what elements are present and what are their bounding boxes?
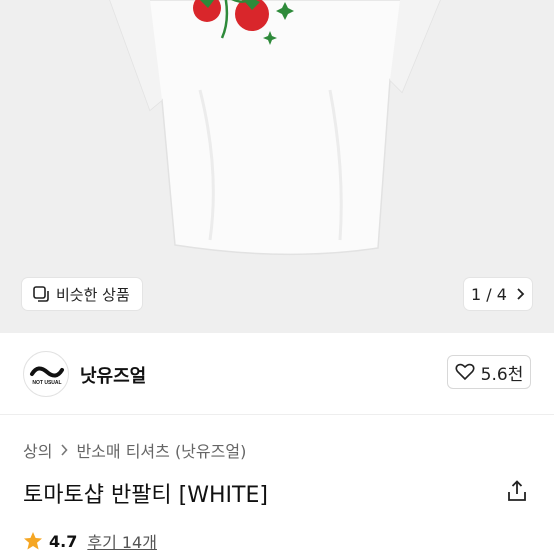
pager-current: 1 (471, 284, 482, 304)
pager-total: 4 (496, 284, 507, 304)
like-count: 5.6천 (480, 364, 524, 385)
brand-row: NOT USUAL 낫유즈얼 5.6천 (0, 333, 554, 415)
breadcrumb-item-category[interactable]: 상의 (23, 438, 52, 462)
similar-products-label: 비슷한 상품 (56, 285, 130, 304)
pager-text: 1 / 4 (471, 285, 507, 304)
similar-products-button[interactable]: 비슷한 상품 (22, 278, 142, 310)
brand-logo[interactable]: NOT USUAL (23, 351, 69, 397)
image-pager-button[interactable]: 1 / 4 (464, 278, 532, 310)
product-image-gallery[interactable]: 비슷한 상품 1 / 4 (0, 0, 554, 333)
share-icon (508, 480, 526, 501)
heart-icon (455, 363, 475, 381)
chevron-right-icon (517, 288, 525, 300)
breadcrumb: 상의 반소매 티셔츠 (낫유즈얼) (23, 438, 246, 462)
brand-logo-mark: NOT USUAL (30, 366, 64, 386)
like-button[interactable]: 5.6천 (447, 355, 531, 389)
chevron-right-icon (61, 444, 69, 456)
brand-logo-text: NOT USUAL (32, 380, 61, 386)
rating-score: 4.7 (49, 531, 78, 551)
reviews-link[interactable]: 후기 14개 (87, 529, 157, 553)
brand-name[interactable]: 낫유즈얼 (80, 362, 146, 388)
rating-row: 4.7 후기 14개 (23, 529, 157, 553)
breadcrumb-item-subcategory[interactable]: 반소매 티셔츠 (낫유즈얼) (76, 438, 246, 462)
share-button[interactable] (505, 479, 529, 503)
pager-separator: / (486, 284, 492, 304)
copy-icon (33, 286, 49, 302)
star-icon (24, 532, 42, 550)
product-title: 토마토샵 반팔티 [WHITE] (23, 483, 268, 508)
